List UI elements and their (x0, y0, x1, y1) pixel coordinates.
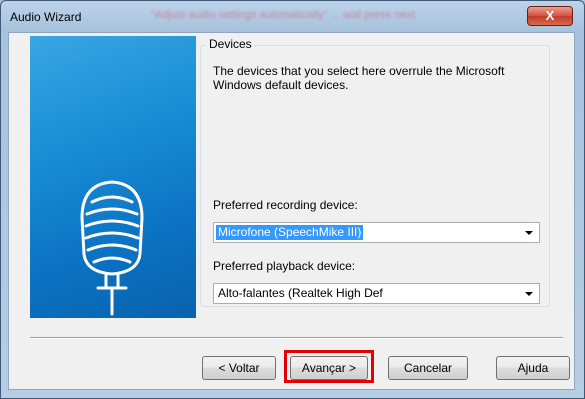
window-title: Audio Wizard (10, 10, 82, 24)
recording-device-label: Preferred recording device: (213, 198, 358, 212)
help-button[interactable]: Ajuda (496, 356, 570, 380)
devices-group-label: Devices (206, 37, 255, 51)
close-icon: X (545, 8, 555, 23)
cancel-button[interactable]: Cancelar (388, 356, 468, 380)
button-separator (30, 337, 563, 339)
wizard-banner (30, 36, 196, 318)
title-bar[interactable]: Audio Wizard "Adjust audio settings auto… (1, 1, 584, 33)
blurred-title-text: "Adjust audio settings automatically" ..… (151, 9, 416, 21)
playback-device-select[interactable]: Alto-falantes (Realtek High Def (213, 283, 540, 304)
playback-device-label: Preferred playback device: (213, 259, 356, 273)
close-button[interactable]: X (527, 6, 573, 26)
chevron-down-icon[interactable] (525, 231, 533, 235)
devices-description: The devices that you select here overrul… (213, 64, 505, 92)
recording-device-select[interactable]: Microfone (SpeechMike III) (213, 222, 540, 243)
devices-groupbox: Devices The devices that you select here… (200, 37, 550, 307)
microphone-icon (80, 180, 144, 316)
playback-device-value: Alto-falantes (Realtek High Def (218, 286, 383, 300)
chevron-down-icon[interactable] (525, 292, 533, 296)
next-button-highlight (284, 350, 374, 383)
recording-device-value: Microfone (SpeechMike III) (216, 225, 364, 240)
back-button[interactable]: < Voltar (202, 356, 276, 380)
